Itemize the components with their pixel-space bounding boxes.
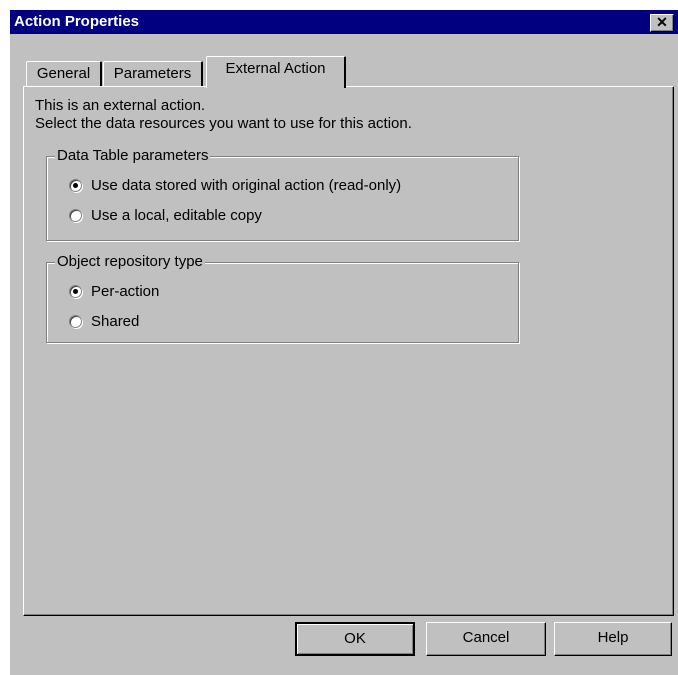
- data-table-group-label: Data Table parameters: [55, 147, 211, 165]
- action-properties-dialog: Action Properties ✕ General Parameters E…: [10, 10, 678, 675]
- radio-use-original-data-label: Use data stored with original action (re…: [91, 177, 402, 194]
- tab-parameters-label: Parameters: [113, 65, 192, 82]
- radio-button[interactable]: [69, 209, 82, 222]
- radio-button-selected[interactable]: [69, 179, 82, 192]
- ok-button[interactable]: OK: [295, 622, 415, 656]
- radio-per-action-label: Per-action: [91, 283, 160, 300]
- title-bar: Action Properties ✕: [10, 10, 678, 34]
- tab-external-action[interactable]: External Action: [206, 56, 346, 88]
- radio-button[interactable]: [69, 315, 82, 328]
- radio-button-selected[interactable]: [69, 285, 82, 298]
- help-button[interactable]: Help: [554, 622, 672, 656]
- tab-general-label: General: [36, 65, 91, 82]
- data-table-groupbox: Data Table parameters Use data stored wi…: [46, 147, 519, 241]
- radio-use-local-copy-label: Use a local, editable copy: [91, 207, 262, 224]
- tab-parameters[interactable]: Parameters: [103, 61, 203, 87]
- cancel-button[interactable]: Cancel: [426, 622, 546, 656]
- tab-external-action-label: External Action: [225, 60, 326, 77]
- object-repository-groupbox: Object repository type Per-action Shared: [46, 253, 519, 343]
- close-icon[interactable]: ✕: [650, 14, 674, 32]
- intro-line-2: Select the data resources you want to us…: [35, 115, 412, 132]
- radio-shared-label: Shared: [91, 313, 140, 330]
- tab-general[interactable]: General: [26, 61, 102, 87]
- intro-line-1: This is an external action.: [35, 97, 206, 114]
- window-title: Action Properties: [14, 13, 140, 30]
- object-repository-group-label: Object repository type: [55, 253, 205, 271]
